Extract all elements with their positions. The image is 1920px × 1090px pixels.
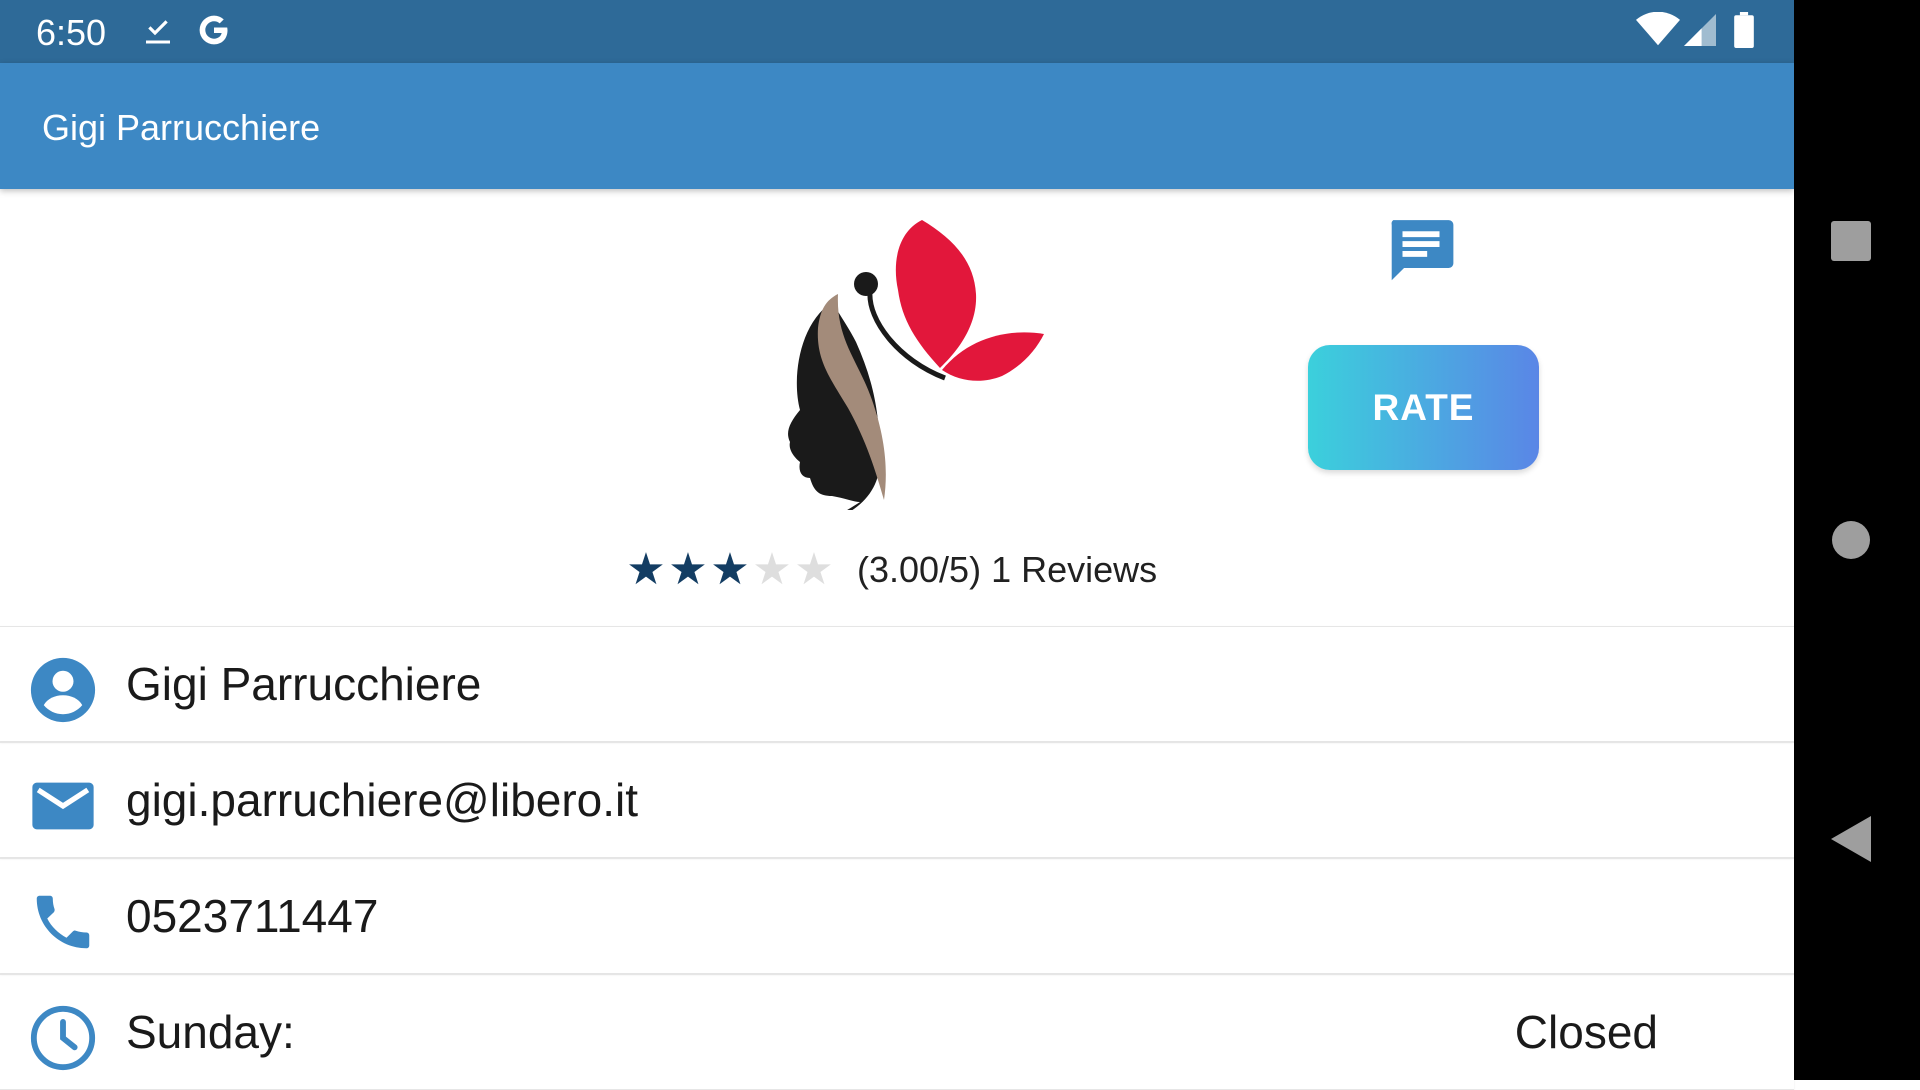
star-icon: ★ [752, 545, 792, 594]
back-button[interactable] [1831, 816, 1871, 867]
rating-text: (3.00/5) 1 Reviews [857, 549, 1158, 590]
recents-button[interactable] [1831, 221, 1871, 266]
hours-status: Closed [1514, 1006, 1658, 1058]
status-bar: 6:50 [0, 0, 1794, 63]
star-icon: ★ [710, 545, 750, 594]
navigation-bar [1794, 0, 1920, 1080]
email-text[interactable]: gigi.parruchiere@libero.it [126, 773, 638, 827]
signal-icon [1684, 12, 1716, 53]
phone-text[interactable]: 0523711447 [126, 889, 378, 943]
star-icon: ★ [626, 545, 666, 594]
clock-icon [28, 1003, 98, 1078]
google-icon [196, 12, 232, 53]
star-icon: ★ [668, 545, 708, 594]
butterfly-top-wing [895, 220, 977, 368]
wifi-icon [1636, 11, 1680, 53]
hours-row: Sunday: Closed [0, 974, 1794, 1090]
phone-icon [28, 887, 98, 962]
rating-stars: ★ ★ ★ ★ ★ [625, 548, 835, 592]
app-bar: Gigi Parrucchiere [0, 63, 1794, 189]
star-icon: ★ [794, 545, 834, 594]
rate-button[interactable]: RATE [1308, 345, 1539, 470]
app-title: Gigi Parrucchiere [42, 107, 321, 148]
download-done-icon [140, 12, 176, 53]
butterfly-antenna-tip [854, 272, 878, 296]
battery-icon [1734, 12, 1754, 53]
phone-row[interactable]: 0523711447 [0, 858, 1794, 974]
hours-day: Sunday: [126, 1006, 295, 1058]
rating-row: ★ ★ ★ ★ ★ (3.00/5) 1 Reviews [625, 548, 1157, 592]
account-circle-icon [28, 655, 98, 730]
name-row: Gigi Parrucchiere [0, 626, 1794, 742]
business-name: Gigi Parrucchiere [126, 658, 482, 710]
home-button[interactable] [1831, 520, 1871, 565]
email-row[interactable]: gigi.parruchiere@libero.it [0, 742, 1794, 858]
email-icon [28, 771, 98, 846]
chat-message-icon[interactable] [1384, 214, 1458, 293]
business-logo [780, 210, 1060, 522]
status-time: 6:50 [36, 12, 107, 53]
